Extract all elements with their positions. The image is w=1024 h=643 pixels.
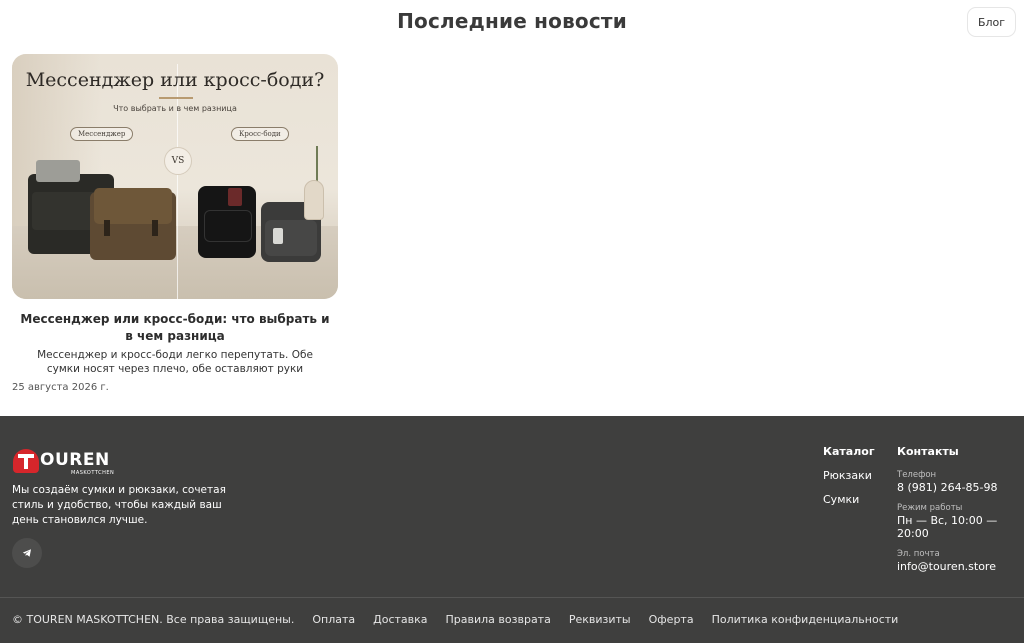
image-label-crossbody: Кросс-боди [231,127,289,141]
catalog-link-backpacks[interactable]: Рюкзаки [823,469,875,482]
copyright-text: © TOUREN MASKOTTCHEN. Все права защищены… [12,613,295,626]
blog-button[interactable]: Блог [967,7,1016,37]
image-divider [177,64,178,299]
footer-bottom-bar: © TOUREN MASKOTTCHEN. Все права защищены… [12,613,916,626]
footer-link-requisites[interactable]: Реквизиты [569,613,631,626]
footer-link-returns[interactable]: Правила возврата [446,613,551,626]
footer-contacts: Контакты Телефон 8 (981) 264-85-98 Режим… [897,445,1024,573]
telegram-button[interactable] [12,538,42,568]
latest-news-section: Последние новости Блог Мессенджер или кр… [0,0,1024,416]
section-title: Последние новости [397,9,627,33]
messenger-bag-brown [90,188,176,260]
image-label-messenger: Мессенджер [70,127,134,141]
news-card-image[interactable]: Мессенджер или кросс-боди? Что выбрать и… [12,54,338,299]
crossbody-bag-black [198,186,256,258]
site-footer: OUREN MASKOTTCHEN Мы создаём сумки и рюк… [0,416,1024,643]
footer-catalog: Каталог Рюкзаки Сумки [823,445,875,506]
footer-link-delivery[interactable]: Доставка [373,613,427,626]
catalog-link-bags[interactable]: Сумки [823,493,875,506]
footer-link-privacy[interactable]: Политика конфиденциальности [712,613,899,626]
catalog-heading[interactable]: Каталог [823,445,875,458]
footer-link-payment[interactable]: Оплата [312,613,355,626]
news-card-excerpt: Мессенджер и кросс-боди легко перепутать… [37,349,313,375]
footer-logo[interactable]: OUREN MASKOTTCHEN [13,449,114,479]
news-card-date: 25 августа 2026 г. [12,382,109,393]
email-label: Эл. почта [897,549,940,559]
email-link[interactable]: info@touren.store [897,560,1024,573]
phone-label: Телефон [897,470,937,480]
footer-divider [0,597,1024,598]
footer-link-offer[interactable]: Оферта [649,613,694,626]
image-rule [159,97,193,99]
footer-about: Мы создаём сумки и рюкзаки, сочетая стил… [12,484,226,526]
hours-label: Режим работы [897,503,963,513]
image-heading: Мессенджер или кросс-боди? [25,69,325,91]
logo-wordmark: OUREN [40,450,110,470]
phone-link[interactable]: 8 (981) 264-85-98 [897,481,1024,494]
vs-badge: VS [164,147,192,175]
hours-value: Пн — Вс, 10:00 — 20:00 [897,514,998,540]
telegram-icon [22,549,31,557]
contacts-heading: Контакты [897,445,959,458]
logo-t-mark-icon [13,449,39,473]
image-subheading: Что выбрать и в чем разница [113,104,237,113]
vase-decor [304,180,324,220]
news-card[interactable]: Мессенджер или кросс-боди? Что выбрать и… [12,54,338,393]
logo-subtitle: MASKOTTCHEN [71,470,115,476]
news-card-title[interactable]: Мессенджер или кросс-боди: что выбрать и… [12,311,338,345]
